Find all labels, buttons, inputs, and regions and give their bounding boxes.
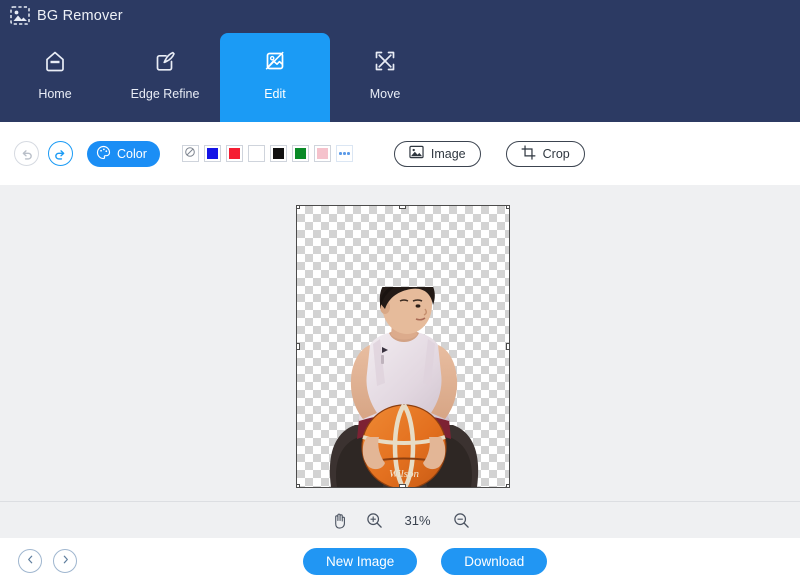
undo-button[interactable] (14, 141, 39, 166)
swatch-more-colors[interactable] (335, 145, 353, 162)
nav-arrows (18, 549, 77, 573)
bottom-bar: New Image Download (0, 538, 800, 583)
tab-label: Edit (264, 87, 286, 101)
tab-label: Home (38, 87, 72, 101)
crop-button-label: Crop (542, 146, 570, 161)
swatch-red[interactable] (225, 145, 243, 162)
tab-edge-refine[interactable]: Edge Refine (110, 33, 220, 122)
resize-handle-top-center[interactable] (399, 206, 406, 209)
swatch-transparent[interactable] (181, 145, 199, 163)
swatch-blue[interactable] (203, 145, 221, 162)
pen-square-icon (151, 47, 179, 75)
image-selection-frame[interactable]: Wilson (296, 205, 510, 488)
redo-button[interactable] (48, 141, 73, 166)
image-dashed-icon (10, 6, 30, 25)
move-arrows-icon (371, 47, 399, 75)
tab-move[interactable]: Move (330, 33, 440, 122)
resize-handle-bottom-left[interactable] (297, 484, 300, 487)
previous-button[interactable] (18, 549, 42, 573)
download-button[interactable]: Download (441, 548, 548, 575)
resize-handle-top-left[interactable] (297, 206, 300, 209)
resize-handle-middle-left[interactable] (297, 342, 300, 350)
chevron-left-icon (25, 552, 36, 570)
crop-button[interactable]: Crop (505, 140, 585, 167)
app-title: BG Remover (37, 7, 123, 24)
main-tabs: Home Edge Refine Edit Move (0, 33, 440, 122)
tab-label: Edge Refine (130, 87, 200, 101)
image-button[interactable]: Image (393, 140, 481, 167)
resize-handle-bottom-center[interactable] (399, 484, 406, 487)
swatch-pink[interactable] (313, 145, 331, 162)
swatch-black[interactable] (269, 145, 287, 162)
image-button-label: Image (430, 146, 466, 161)
tab-home[interactable]: Home (0, 33, 110, 122)
zoom-out-icon[interactable] (453, 512, 470, 529)
hand-icon[interactable] (331, 512, 348, 529)
tab-edit[interactable]: Edit (220, 33, 330, 122)
new-image-button[interactable]: New Image (303, 548, 418, 575)
undo-arrow-icon (20, 147, 33, 160)
zoom-in-icon[interactable] (366, 512, 383, 529)
action-buttons: New Image Download (303, 548, 548, 575)
brand: BG Remover (10, 6, 123, 25)
app-header: BG Remover Home Edge Refine Edit Move (0, 0, 800, 122)
next-button[interactable] (53, 549, 77, 573)
picture-icon (409, 145, 424, 162)
subject-image: Wilson (329, 287, 479, 487)
more-dots-icon (339, 152, 350, 155)
bg-remover-app: BG Remover Home Edge Refine Edit Move Co… (0, 0, 800, 583)
image-edit-icon (261, 47, 289, 75)
no-color-icon (184, 145, 196, 163)
crop-icon (521, 144, 536, 163)
chevron-right-icon (60, 552, 71, 570)
tab-label: Move (369, 87, 401, 101)
resize-handle-middle-right[interactable] (506, 342, 509, 350)
color-swatches (181, 145, 353, 163)
palette-icon (96, 145, 111, 163)
home-icon (41, 47, 69, 75)
redo-arrow-icon (54, 147, 67, 160)
zoom-bar: 31% (0, 501, 800, 538)
svg-text:Wilson: Wilson (389, 468, 419, 480)
zoom-level: 31% (404, 512, 431, 528)
swatch-white[interactable] (247, 145, 265, 162)
edit-toolbar: Color Image Crop (0, 122, 800, 185)
resize-handle-top-right[interactable] (506, 206, 509, 209)
color-button-label: Color (117, 146, 147, 161)
resize-handle-bottom-right[interactable] (506, 484, 509, 487)
swatch-green[interactable] (291, 145, 309, 162)
color-button[interactable]: Color (87, 140, 160, 167)
canvas-area[interactable]: Wilson (0, 185, 800, 501)
